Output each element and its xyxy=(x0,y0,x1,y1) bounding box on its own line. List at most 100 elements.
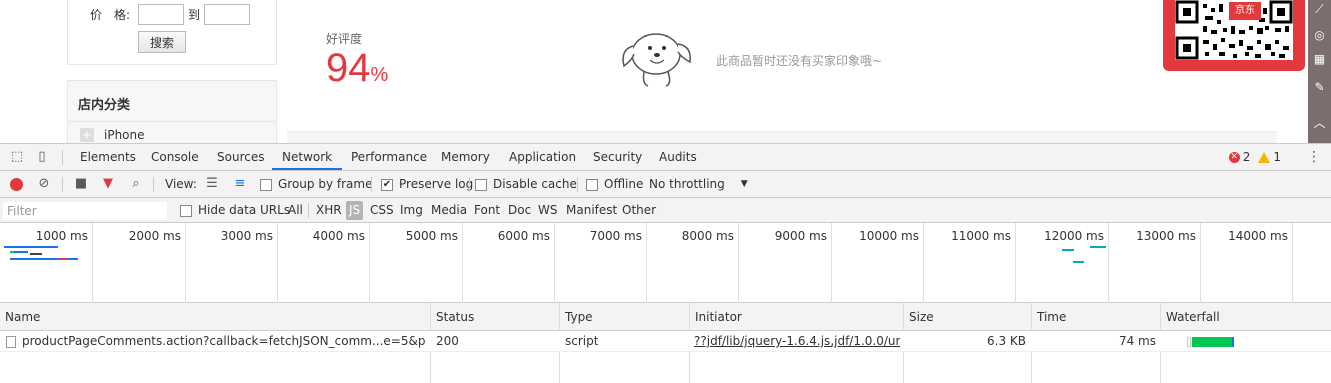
timeline-gridline xyxy=(185,223,186,303)
filter-type-css[interactable]: CSS xyxy=(370,198,394,223)
record-icon[interactable] xyxy=(10,178,23,191)
timeline-tick-label: 3000 ms xyxy=(220,229,273,243)
filter-type-other[interactable]: Other xyxy=(622,198,656,223)
toolbar-divider xyxy=(371,177,372,192)
throttling-select[interactable]: No throttling ▼ xyxy=(649,171,748,198)
timeline-tick-label: 1000 ms xyxy=(35,229,88,243)
tab-memory[interactable]: Memory xyxy=(431,144,500,170)
large-rows-icon[interactable]: ☰ xyxy=(204,177,220,191)
timeline-tick-label: 2000 ms xyxy=(128,229,181,243)
toolbar-divider xyxy=(469,177,470,192)
web-page: 价 格: 到 搜索 店内分类 + iPhone 好评度 94% 此商品暂时还没有… xyxy=(0,0,1331,143)
column-name[interactable]: Name xyxy=(0,303,40,331)
network-toolbar: ⊘ ■ ▼ ⌕ View: ☰ ≡ Group by frame ✔ Prese… xyxy=(0,171,1331,198)
tab-network[interactable]: Network xyxy=(272,144,343,170)
tab-security[interactable]: Security xyxy=(583,144,652,170)
offline-label: Offline xyxy=(604,177,644,191)
issue-counter[interactable]: ✕ 2 1 xyxy=(1228,150,1281,164)
tab-application[interactable]: Application xyxy=(499,144,586,170)
clear-icon[interactable]: ⊘ xyxy=(36,177,52,191)
price-row: 价 格: 到 xyxy=(90,4,251,25)
column-waterfall[interactable]: Waterfall xyxy=(1161,303,1220,331)
checkbox[interactable] xyxy=(180,204,192,217)
price-min-input[interactable] xyxy=(138,4,184,25)
filter-type-manifest[interactable]: Manifest xyxy=(566,198,617,223)
tab-sources[interactable]: Sources xyxy=(207,144,274,170)
column-initiator[interactable]: Initiator xyxy=(690,303,742,331)
comment-strip xyxy=(287,131,1277,143)
waterfall-bar[interactable] xyxy=(1192,337,1234,347)
inspect-element-icon[interactable]: ⬚ xyxy=(9,150,25,164)
warning-icon xyxy=(1258,151,1271,163)
column-time[interactable]: Time xyxy=(1032,303,1066,331)
edit-icon[interactable]: ✎ xyxy=(1312,80,1327,95)
timeline-tick-label: 9000 ms xyxy=(774,229,827,243)
error-icon: ✕ xyxy=(1228,151,1240,163)
filter-type-media[interactable]: Media xyxy=(431,198,467,223)
more-options-icon[interactable]: ⋮ xyxy=(1307,149,1321,165)
offline-option[interactable]: Offline xyxy=(586,171,643,198)
search-button[interactable]: 搜索 xyxy=(138,31,186,53)
filter-type-img[interactable]: Img xyxy=(400,198,423,223)
filter-type-xhr[interactable]: XHR xyxy=(316,198,342,223)
qr-code-icon: 京东 xyxy=(1175,0,1293,60)
search-icon[interactable]: ⌕ xyxy=(128,177,144,191)
toolbar-divider xyxy=(62,150,63,165)
disable-cache-label: Disable cache xyxy=(493,177,577,191)
table-header: Name Status Type Initiator Size Time Wat… xyxy=(0,303,1331,331)
scroll-top-icon[interactable]: ︿ xyxy=(1312,116,1327,131)
toolbar-divider xyxy=(153,177,154,192)
hide-data-urls-label: Hide data URLs xyxy=(198,203,291,217)
filter-type-doc[interactable]: Doc xyxy=(508,198,531,223)
grid-icon[interactable]: ▦ xyxy=(1312,52,1327,67)
tab-elements[interactable]: Elements xyxy=(70,144,146,170)
timeline-gridline xyxy=(1108,223,1109,303)
timeline-bar xyxy=(1090,246,1106,248)
column-size[interactable]: Size xyxy=(904,303,934,331)
timeline-gridline xyxy=(1200,223,1201,303)
checkbox[interactable] xyxy=(475,178,487,191)
price-max-input[interactable] xyxy=(204,4,251,25)
wifi-icon[interactable]: ◎ xyxy=(1312,28,1327,43)
category-item-iphone[interactable]: + iPhone xyxy=(80,128,145,142)
filter-input[interactable]: Filter xyxy=(3,202,167,220)
filter-type-js[interactable]: JS xyxy=(346,201,364,220)
device-toolbar-icon[interactable]: ▯ xyxy=(34,150,50,164)
rating-label: 好评度 xyxy=(326,32,363,46)
qr-badge: 京东 xyxy=(1229,2,1261,20)
disable-cache-option[interactable]: Disable cache xyxy=(475,171,577,198)
table-row[interactable]: productPageComments.action?callback=fetc… xyxy=(0,331,1331,352)
checkbox[interactable] xyxy=(260,178,272,191)
plus-icon[interactable]: + xyxy=(80,128,94,142)
timeline-gridline xyxy=(369,223,370,303)
column-status[interactable]: Status xyxy=(431,303,474,331)
timeline-overview[interactable]: 1000 ms 2000 ms 3000 ms 4000 ms 5000 ms 6000 … xyxy=(0,223,1331,303)
filter-type-all[interactable]: All xyxy=(288,198,303,223)
category-title: 店内分类 xyxy=(78,98,131,113)
checkbox-checked[interactable]: ✔ xyxy=(381,178,393,191)
filter-type-ws[interactable]: WS xyxy=(538,198,557,223)
filter-type-font[interactable]: Font xyxy=(474,198,500,223)
waterfall-view-icon[interactable]: ≡ xyxy=(232,177,248,191)
capture-screenshots-icon[interactable]: ■ xyxy=(73,177,89,191)
tab-performance[interactable]: Performance xyxy=(341,144,437,170)
timeline-tick-label: 10000 ms xyxy=(859,229,919,243)
toolbar-divider xyxy=(62,177,63,192)
request-name-cell[interactable]: productPageComments.action?callback=fetc… xyxy=(6,331,426,352)
filter-icon[interactable]: ▼ xyxy=(100,177,116,191)
timeline-bar xyxy=(30,253,42,255)
toolbar-divider xyxy=(577,177,578,192)
error-count: 2 xyxy=(1242,150,1251,164)
group-by-frame-option[interactable]: Group by frame xyxy=(260,171,372,198)
tab-console[interactable]: Console xyxy=(141,144,209,170)
checkbox[interactable] xyxy=(586,178,598,191)
file-icon xyxy=(6,335,16,348)
tab-audits[interactable]: Audits xyxy=(649,144,707,170)
preserve-log-option[interactable]: ✔ Preserve log xyxy=(381,171,473,198)
rating-number: 94 xyxy=(326,46,371,90)
column-type[interactable]: Type xyxy=(560,303,593,331)
chevron-icon[interactable]: ⟋ xyxy=(1312,2,1327,17)
hide-data-urls-option[interactable]: Hide data URLs xyxy=(180,198,290,223)
warning-count: 1 xyxy=(1273,150,1281,164)
request-initiator-link[interactable]: ??jdf/lib/jquery-1.6.4.js,jdf/1.0.0/unit… xyxy=(694,331,900,352)
